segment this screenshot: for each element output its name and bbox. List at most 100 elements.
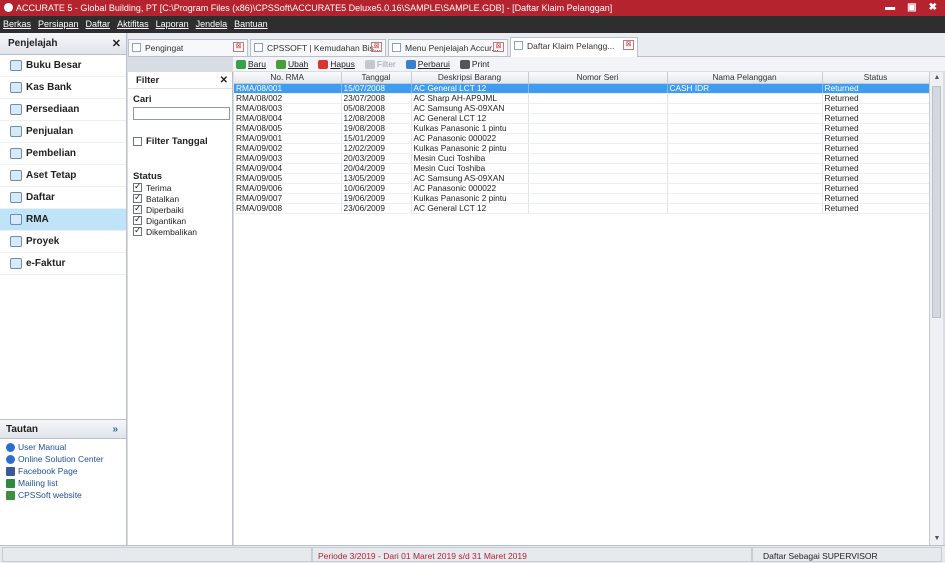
status-digantikan-checkbox[interactable]: Digantikan [128,214,232,226]
minimize-button[interactable]: ▬ [885,0,895,16]
column-header-nomor-seri[interactable]: Nomor Seri [528,72,668,84]
table-cell: RMA/09/001 [234,133,342,144]
link-cpssoft-website[interactable]: CPSSoft website [0,489,126,501]
tab-cpssoft[interactable]: CPSSOFT | Kemudahan Bis... ⊠ [250,39,386,56]
ledger-icon [10,60,22,71]
filter-close-icon[interactable]: ✕ [220,72,228,89]
column-header-no-rma[interactable]: No. RMA [234,72,342,84]
table-row[interactable]: RMA/08/003 05/08/2008 AC Samsung AS-09XAN R… [234,103,929,114]
menu-jendela[interactable]: Jendela [196,16,228,33]
link-user-manual[interactable]: User Manual [0,441,126,453]
table-row[interactable]: RMA/09/005 13/05/2009 AC Samsung AS-09XAN R… [234,173,929,184]
sidebar-item-daftar[interactable]: Daftar [0,187,126,209]
table-row[interactable]: RMA/09/004 20/04/2009 Mesin Cuci Toshiba Re… [234,163,929,174]
tab-close-icon[interactable]: ⊠ [233,42,244,52]
sidebar-item-aset-tetap[interactable]: Aset Tetap [0,165,126,187]
search-input[interactable] [133,107,230,120]
table-row[interactable]: RMA/09/008 23/06/2009 AC General LCT 12 Ret… [234,203,929,214]
menu-daftar[interactable]: Daftar [86,16,111,33]
checkbox-box[interactable] [133,192,142,203]
table-cell [528,123,668,134]
column-header-tanggal[interactable]: Tanggal [341,72,412,84]
table-cell: Returned [822,113,929,124]
app-icon [4,3,13,12]
project-icon [10,236,22,247]
baru-button[interactable]: Baru [236,57,266,71]
table-row[interactable]: RMA/08/004 12/08/2008 AC General LCT 12 Ret… [234,113,929,124]
sidebar-item-e-faktur[interactable]: e-Faktur [0,253,126,275]
tab-daftar-klaim[interactable]: Daftar Klaim Pelangg... ⊠ [510,37,638,57]
vertical-scrollbar[interactable]: ▲ ▼ [929,72,943,545]
table-cell: Returned [822,203,929,214]
perbarui-button[interactable]: Perbarui [405,57,450,71]
explorer-sidebar: Penjelajah ✕ Buku Besar Kas Bank Persedi… [0,33,127,545]
sidebar-item-buku-besar[interactable]: Buku Besar [0,55,126,77]
table-cell [528,173,668,184]
link-online-solution-center[interactable]: Online Solution Center [0,453,126,465]
sidebar-item-pembelian[interactable]: Pembelian [0,143,126,165]
status-dikembalikan-checkbox[interactable]: Dikembalikan [128,225,232,237]
table-row[interactable]: RMA/09/007 19/06/2009 Kulkas Panasonic 2 p… [234,193,929,204]
column-header-deskripsi[interactable]: Deskripsi Barang [411,72,529,84]
sidebar-item-rma[interactable]: RMA [0,209,126,231]
filter-button[interactable]: Filter [364,57,396,71]
menu-persiapan[interactable]: Persiapan [38,16,79,33]
status-terima-checkbox[interactable]: Terima [128,181,232,193]
menu-laporan[interactable]: Laporan [156,16,189,33]
link-facebook-page[interactable]: Facebook Page [0,465,126,477]
refresh-icon [405,59,416,69]
tab-pengingat[interactable]: Pengingat ⊠ [128,39,248,56]
scroll-thumb[interactable] [932,86,941,318]
scroll-up-icon[interactable]: ▲ [930,72,944,84]
sidebar-item-proyek[interactable]: Proyek [0,231,126,253]
table-cell: 12/08/2008 [341,113,412,124]
checkbox-box[interactable] [133,214,142,225]
table-cell: RMA/09/004 [234,163,342,174]
table-row[interactable]: RMA/09/006 10/06/2009 AC Panasonic 000022 R… [234,183,929,194]
menu-bantuan[interactable]: Bantuan [234,16,268,33]
table-row[interactable]: RMA/08/005 19/08/2008 Kulkas Panasonic 1 p… [234,123,929,134]
ubah-label: Ubah [287,59,309,69]
scroll-down-icon[interactable]: ▼ [930,533,944,545]
table-row[interactable]: RMA/08/001 15/07/2008 AC General LCT 12 CAS… [234,83,929,94]
close-button[interactable]: ✖ [929,0,937,16]
column-header-nama-pelanggan[interactable]: Nama Pelanggan [667,72,823,84]
delete-icon [318,59,329,69]
table-cell: 15/07/2008 [341,83,412,94]
sidebar-item-penjualan[interactable]: Penjualan [0,121,126,143]
collapse-chevron-icon[interactable]: » [112,420,118,440]
status-batalkan-checkbox[interactable]: Batalkan [128,192,232,204]
link-mailing-list[interactable]: Mailing list [0,477,126,489]
table-cell: Returned [822,173,929,184]
checkbox-box[interactable] [133,181,142,192]
hapus-button[interactable]: Hapus [318,57,355,71]
print-button[interactable]: Print [459,57,489,71]
menu-aktifitas[interactable]: Aktifitas [117,16,149,33]
tautan-links: User Manual Online Solution Center Faceb… [0,441,126,501]
tab-menu-penjelajah[interactable]: Menu Penjelajah Accur... ⊠ [388,39,508,56]
tautan-header[interactable]: Tautan » [0,419,126,439]
table-row[interactable]: RMA/08/002 23/07/2008 AC Sharp AH-AP9JML Re… [234,93,929,104]
table-row[interactable]: RMA/09/002 12/02/2009 Kulkas Panasonic 2 p… [234,143,929,154]
restore-button[interactable]: ▣ [907,0,916,16]
table-cell: RMA/08/001 [234,83,342,94]
tab-close-icon[interactable]: ⊠ [371,42,382,52]
sidebar-item-persediaan[interactable]: Persediaan [0,99,126,121]
checkbox-box[interactable] [133,225,142,236]
status-diperbaiki-checkbox[interactable]: Diperbaiki [128,203,232,215]
filter-tanggal-checkbox[interactable]: Filter Tanggal [128,134,232,148]
checkbox-box[interactable] [133,203,142,214]
bank-icon [10,82,22,93]
tab-close-icon[interactable]: ⊠ [493,42,504,52]
table-row[interactable]: RMA/09/003 20/03/2009 Mesin Cuci Toshiba Re… [234,153,929,164]
column-header-status[interactable]: Status [822,72,929,84]
tab-close-icon[interactable]: ⊠ [623,40,634,50]
tab-label: Menu Penjelajah Accur... [405,43,499,53]
menu-berkas[interactable]: Berkas [3,16,31,33]
checkbox-box[interactable] [133,136,142,146]
table-row[interactable]: RMA/09/001 15/01/2009 AC Panasonic 000022 R… [234,133,929,144]
ubah-button[interactable]: Ubah [275,57,309,71]
sidebar-close-icon[interactable]: ✕ [112,33,121,55]
sidebar-item-kas-bank[interactable]: Kas Bank [0,77,126,99]
table-cell [528,93,668,104]
